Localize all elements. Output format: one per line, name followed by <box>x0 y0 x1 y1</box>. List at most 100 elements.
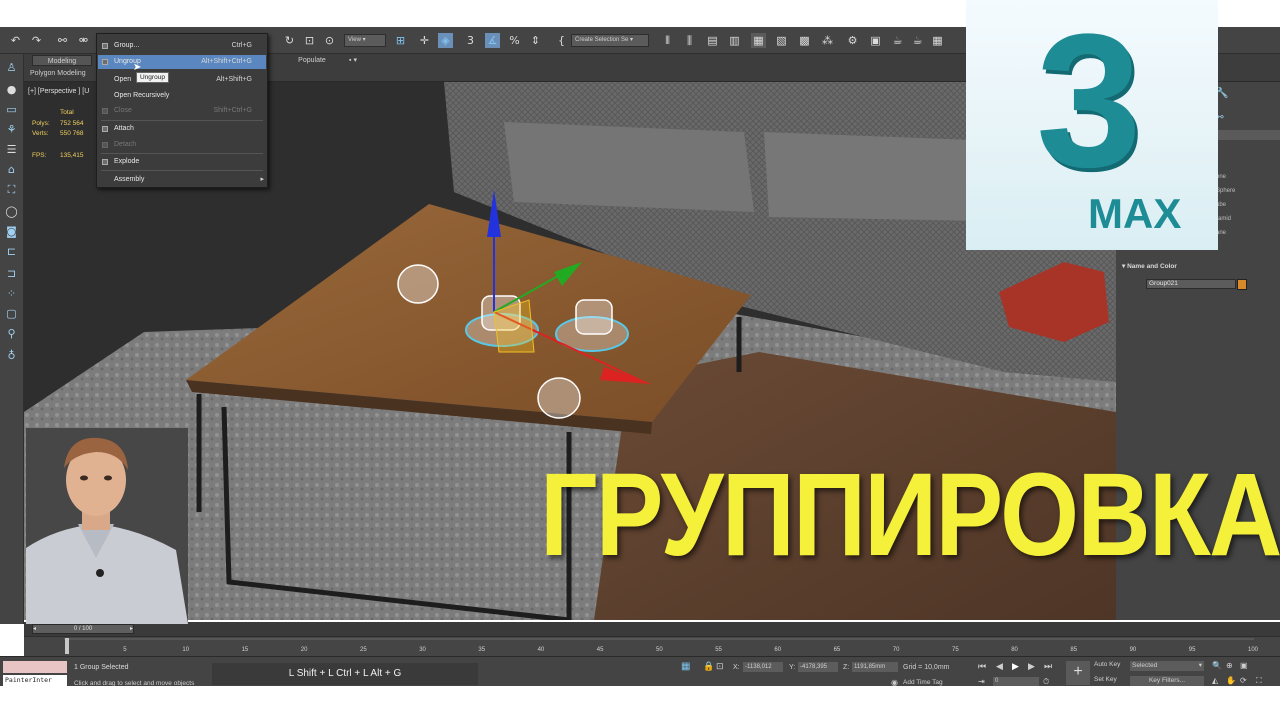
play-icon[interactable]: ▶ <box>1012 661 1019 672</box>
key-mode-select[interactable]: Selected ▾ <box>1130 661 1204 671</box>
schematic-view-icon[interactable]: ▩ <box>797 33 812 48</box>
absolute-mode-icon[interactable]: ⊡ <box>716 661 724 672</box>
x-coordinate-field[interactable]: -1138,012 <box>743 662 783 672</box>
menu-item-explode[interactable]: Explode <box>98 155 266 169</box>
edit-named-selection-icon[interactable]: { <box>554 33 569 48</box>
scale-icon[interactable]: ⊡ <box>302 33 317 48</box>
utilities-icon[interactable]: ◙ <box>4 224 19 239</box>
zoom-all-icon[interactable]: ⊕ <box>1226 661 1233 670</box>
snaps-toggle-icon[interactable]: 3 <box>463 33 478 48</box>
zoom-icon[interactable]: 🔍 <box>1212 661 1222 670</box>
menu-item-group[interactable]: Group... Ctrl+G <box>98 39 266 53</box>
select-manipulate-icon[interactable]: ✛ <box>417 33 432 48</box>
helper-icon[interactable]: ♁ <box>4 348 19 363</box>
y-coordinate-field[interactable]: -4178,395 <box>798 662 838 672</box>
layer-explorer-icon[interactable]: ▥ <box>727 33 742 48</box>
set-key-button[interactable]: Set Key <box>1094 676 1128 686</box>
time-slider[interactable]: ◂ 0 / 100 ▸ <box>32 624 134 634</box>
cup-2[interactable] <box>575 299 613 335</box>
toggle-ribbon-icon[interactable]: ▦ <box>751 33 766 48</box>
tab-polygon-modeling[interactable]: Polygon Modeling <box>30 68 100 79</box>
key-filters-button[interactable]: Key Filters... <box>1130 676 1204 686</box>
light-icon[interactable]: ⚲ <box>4 326 19 341</box>
menu-item-attach[interactable]: Attach <box>98 122 266 136</box>
point-icon[interactable]: ● <box>4 82 19 97</box>
camera-icon[interactable]: ⛶ <box>4 182 19 197</box>
maxscript-listener-input[interactable]: PainterInter <box>3 675 67 686</box>
selection-lock-icon[interactable]: ▦ <box>681 661 690 672</box>
tab-modeling[interactable]: Modeling <box>32 55 92 66</box>
align-tool-icon[interactable]: ⊏ <box>4 244 19 259</box>
timeline-tick-label: 20 <box>300 647 308 653</box>
select-object-icon[interactable]: ♙ <box>4 60 19 75</box>
object-name-field[interactable]: Group021 <box>1146 279 1236 289</box>
current-frame-field[interactable]: 0 <box>993 677 1039 686</box>
redo-icon[interactable]: ↷ <box>29 33 44 48</box>
pan-icon[interactable]: ✋ <box>1226 676 1236 685</box>
percent-snap-icon[interactable]: % <box>507 33 522 48</box>
mirror-icon[interactable]: ⫴ <box>660 33 675 48</box>
keyboard-shortcut-override-icon[interactable]: ◈ <box>438 33 453 48</box>
ball-2[interactable] <box>537 377 581 419</box>
menu-item-ungroup[interactable]: Ungroup Alt+Shift+Ctrl+G <box>98 55 266 69</box>
z-coordinate-field[interactable]: 1191,85mm <box>852 662 898 672</box>
field-of-view-icon[interactable]: ◭ <box>1212 676 1218 685</box>
array-icon[interactable]: ⊐ <box>4 266 19 281</box>
link-icon[interactable]: ⚯ <box>55 33 70 48</box>
object-type-2[interactable]: Sphere <box>1216 188 1235 194</box>
menu-item-detach[interactable]: Detach <box>98 138 266 152</box>
menu-item-open[interactable]: Open Alt+Shift+G <box>98 73 266 87</box>
undo-icon[interactable]: ↶ <box>8 33 23 48</box>
box-icon[interactable]: ▢ <box>4 306 19 321</box>
menu-item-close[interactable]: Close Shift+Ctrl+G <box>98 104 266 118</box>
angle-snap-icon[interactable]: ∡ <box>485 33 500 48</box>
maximize-viewport-icon[interactable]: ⛶ <box>1256 676 1262 686</box>
object-color-swatch[interactable] <box>1237 279 1247 290</box>
spinner-snap-icon[interactable]: ⇕ <box>528 33 543 48</box>
maxscript-listener-top[interactable] <box>3 661 67 673</box>
goto-start-icon[interactable]: ⏮ <box>978 661 986 672</box>
rendered-frame-window-icon[interactable]: ▣ <box>868 33 883 48</box>
category-dropdown[interactable] <box>1216 130 1280 140</box>
menu-item-assembly[interactable]: Assembly ▸ <box>98 173 266 187</box>
menu-item-open-recursively[interactable]: Open Recursively <box>98 89 266 103</box>
timeline[interactable]: 5 10 15 20 25 30 35 40 45 50 55 60 65 70 75 80 85 90 95 100 <box>24 636 1280 656</box>
set-key-icon[interactable]: + <box>1066 661 1090 685</box>
scene-explorer-icon[interactable]: ▤ <box>705 33 720 48</box>
rotate-icon[interactable]: ↻ <box>282 33 297 48</box>
motion-icon[interactable]: ◯ <box>4 204 19 219</box>
render-online-icon[interactable]: ▦ <box>930 33 945 48</box>
rollout-name-color[interactable]: ▾ Name and Color <box>1122 262 1177 270</box>
goto-end-icon[interactable]: ⏭ <box>1044 661 1052 672</box>
render-production-icon[interactable]: ☕ <box>890 33 905 48</box>
logo-number: 3 <box>1036 0 1142 207</box>
reference-coordinate-select[interactable]: View ▾ <box>344 34 386 47</box>
curve-editor-icon[interactable]: ▧ <box>774 33 789 48</box>
place-icon[interactable]: ⊙ <box>322 33 337 48</box>
list-icon[interactable]: ☰ <box>4 142 19 157</box>
ribbon-options-icon[interactable]: ▪ ▾ <box>346 55 360 66</box>
lock-icon[interactable]: 🔒 <box>703 661 714 672</box>
zoom-extents-icon[interactable]: ▣ <box>1240 661 1248 670</box>
ball-1[interactable] <box>397 264 439 304</box>
key-mode-icon[interactable]: ⇥ <box>978 677 985 686</box>
align-icon[interactable]: ⫼ <box>682 33 697 48</box>
display-icon[interactable]: ⌂ <box>4 162 19 177</box>
unlink-icon[interactable]: ⚮ <box>76 33 91 48</box>
material-editor-icon[interactable]: ⁂ <box>820 33 835 48</box>
hierarchy-icon[interactable]: ⚘ <box>4 122 19 137</box>
auto-key-button[interactable]: Auto Key <box>1094 661 1128 671</box>
render-iterative-icon[interactable]: ☕ <box>910 33 925 48</box>
prev-frame-icon[interactable]: ◀ <box>996 661 1003 672</box>
pivot-icon[interactable]: ⊞ <box>393 33 408 48</box>
spacing-icon[interactable]: ⁘ <box>4 286 19 301</box>
viewport-label[interactable]: [+] [Perspective ] [U <box>28 88 89 95</box>
next-frame-icon[interactable]: ▶ <box>1028 661 1035 672</box>
object-type-4[interactable]: ramid <box>1216 216 1231 222</box>
render-setup-icon[interactable]: ⚙ <box>845 33 860 48</box>
layer-icon[interactable]: ▭ <box>4 102 19 117</box>
orbit-icon[interactable]: ⟳ <box>1240 676 1247 685</box>
tab-populate[interactable]: Populate <box>290 55 334 66</box>
named-selection-set-select[interactable]: Create Selection Se ▾ <box>571 34 649 47</box>
add-time-tag[interactable]: Add Time Tag <box>903 679 943 686</box>
